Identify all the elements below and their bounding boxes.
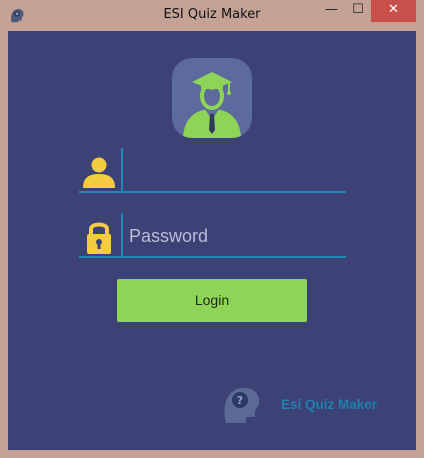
user-icon [83, 157, 115, 188]
login-button[interactable]: Login [117, 279, 307, 322]
password-underline [79, 256, 346, 258]
avatar [172, 58, 252, 138]
password-field[interactable] [129, 221, 339, 251]
maximize-button[interactable]: ☐ [345, 0, 371, 22]
username-field[interactable] [129, 156, 339, 186]
graduate-user-icon [183, 72, 241, 138]
username-underline [79, 191, 346, 193]
close-button[interactable]: ✕ [371, 0, 416, 22]
login-form-area: Login ? Esi Quiz Maker [8, 31, 416, 450]
svg-text:?: ? [237, 394, 243, 407]
minimize-button[interactable]: — [318, 0, 345, 22]
title-bar: ESI Quiz Maker — ☐ ✕ [0, 0, 424, 31]
password-separator [121, 213, 123, 257]
username-row [79, 148, 346, 193]
brain-head-icon: ? [224, 387, 260, 423]
brand-text: Esi Quiz Maker [281, 397, 378, 412]
username-separator [121, 148, 123, 192]
password-row [79, 213, 346, 258]
lock-icon [87, 222, 111, 254]
